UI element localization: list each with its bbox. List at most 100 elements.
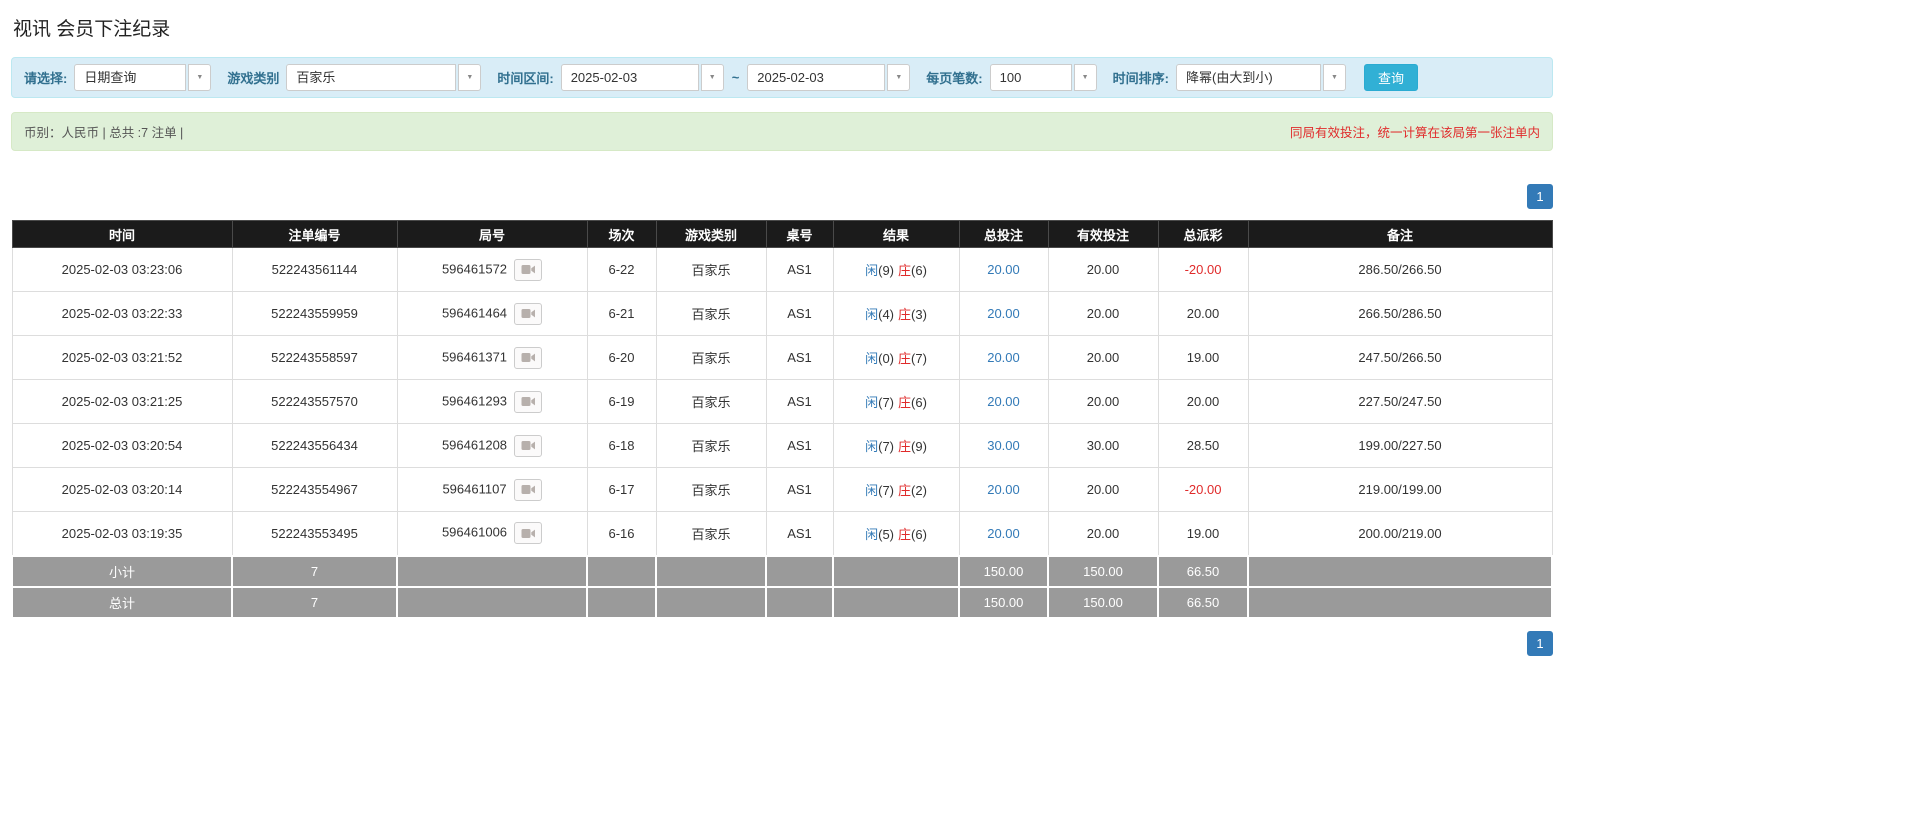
game-type-value[interactable]: 百家乐 bbox=[286, 64, 457, 91]
total-bet-link[interactable]: 20.00 bbox=[958, 511, 1049, 556]
round-cell: 596461293 bbox=[396, 379, 588, 424]
result-cell: 闲(4) 庄(3) bbox=[832, 291, 960, 336]
banker-result: 庄(2) bbox=[898, 483, 927, 498]
result-cell: 闲(7) 庄(9) bbox=[832, 423, 960, 468]
pagination-bottom: 1 bbox=[11, 630, 1553, 656]
total-bet-link[interactable]: 20.00 bbox=[958, 379, 1049, 424]
payout: 19.00 bbox=[1157, 335, 1249, 380]
table-row: 2025-02-03 03:21:25 522243557570 5964612… bbox=[11, 379, 1553, 424]
total-bet-link[interactable]: 20.00 bbox=[958, 291, 1049, 336]
banker-score: (6) bbox=[911, 263, 927, 278]
round-video-button[interactable] bbox=[514, 346, 543, 369]
table-number: AS1 bbox=[765, 467, 834, 512]
banker-score: (6) bbox=[911, 526, 927, 542]
bet-id: 522243554967 bbox=[231, 467, 398, 512]
column-header: 有效投注 bbox=[1047, 220, 1159, 248]
banker-result: 庄(6) bbox=[898, 395, 927, 410]
game-type: 百家乐 bbox=[655, 467, 767, 512]
total-bet-link[interactable]: 20.00 bbox=[958, 247, 1049, 292]
select-type-dropdown: 日期查询 ▼ bbox=[74, 64, 212, 91]
player-score: (7) bbox=[878, 483, 894, 498]
table-row: 2025-02-03 03:21:52 522243558597 5964613… bbox=[11, 335, 1553, 380]
round-video-button[interactable] bbox=[513, 478, 542, 501]
round-id: 596461464 bbox=[441, 304, 508, 320]
round-video-button[interactable] bbox=[514, 258, 543, 281]
session: 6-19 bbox=[586, 379, 657, 424]
date-separator: ~ bbox=[731, 70, 740, 85]
player-score: (9) bbox=[878, 263, 894, 278]
caret-down-icon: ▼ bbox=[466, 74, 474, 81]
player-score: (5) bbox=[878, 526, 894, 542]
banker-result: 庄(6) bbox=[898, 263, 927, 278]
caret-down-icon: ▼ bbox=[196, 74, 204, 81]
remark: 247.50/266.50 bbox=[1247, 335, 1553, 380]
bets-table: 时间 注单编号 局号 场次 游戏类别 桌号 结果 总投注 有效投注 总派彩 备注 2025-02-0… bbox=[11, 220, 1553, 619]
page-button[interactable]: 1 bbox=[1527, 184, 1553, 209]
table-number: AS1 bbox=[765, 291, 834, 336]
currency-total-text: 币别：人民币 | 总共 :7 注单 | bbox=[24, 126, 184, 140]
player-label: 闲 bbox=[865, 439, 879, 454]
player-score: (7) bbox=[878, 439, 894, 454]
round-video-button[interactable] bbox=[514, 302, 543, 325]
round-video-button[interactable] bbox=[514, 390, 543, 413]
date-from-dropdown-button[interactable]: ▼ bbox=[700, 64, 724, 91]
game-type-label: 游戏类别 bbox=[227, 71, 280, 86]
grand-total-count: 7 bbox=[231, 585, 398, 619]
payout: 28.50 bbox=[1157, 423, 1249, 468]
select-type-dropdown-button[interactable]: ▼ bbox=[188, 64, 212, 91]
page-title: 视讯 会员下注纪录 bbox=[13, 19, 171, 40]
page-size-dropdown-button[interactable]: ▼ bbox=[1073, 64, 1097, 91]
player-label: 闲 bbox=[865, 263, 879, 278]
pagination-top: 1 bbox=[11, 184, 1553, 209]
date-from-value[interactable]: 2025-02-03 bbox=[560, 64, 699, 91]
subtotal-total-bet: 150.00 bbox=[958, 554, 1049, 588]
game-type-dropdown-button[interactable]: ▼ bbox=[458, 64, 482, 91]
table-number: AS1 bbox=[765, 247, 834, 292]
total-bet-link[interactable]: 20.00 bbox=[958, 467, 1049, 512]
video-camera-icon bbox=[521, 265, 536, 274]
banker-label: 庄 bbox=[898, 483, 912, 498]
video-camera-icon bbox=[521, 353, 536, 362]
date-to-value[interactable]: 2025-02-03 bbox=[747, 64, 886, 91]
total-bet-link[interactable]: 30.00 bbox=[958, 423, 1049, 468]
bet-id: 522243556434 bbox=[231, 423, 398, 468]
round-video-button[interactable] bbox=[514, 522, 543, 545]
table-header-row: 时间 注单编号 局号 场次 游戏类别 桌号 结果 总投注 有效投注 总派彩 备注 bbox=[11, 220, 1553, 248]
round-cell: 596461208 bbox=[396, 423, 588, 468]
empty-cell bbox=[765, 585, 834, 619]
banker-result: 庄(7) bbox=[898, 351, 927, 366]
player-label: 闲 bbox=[865, 483, 879, 498]
game-type: 百家乐 bbox=[655, 247, 767, 292]
column-header: 场次 bbox=[586, 220, 657, 248]
valid-bet: 20.00 bbox=[1047, 511, 1159, 556]
time-sort-dropdown-button[interactable]: ▼ bbox=[1322, 64, 1346, 91]
game-type: 百家乐 bbox=[655, 291, 767, 336]
round-id: 596461006 bbox=[441, 524, 508, 540]
game-type-dropdown: 百家乐 ▼ bbox=[286, 64, 482, 91]
caret-down-icon: ▼ bbox=[895, 74, 903, 81]
player-label: 闲 bbox=[865, 307, 879, 322]
round-video-button[interactable] bbox=[514, 434, 543, 457]
date-to-dropdown-button[interactable]: ▼ bbox=[887, 64, 911, 91]
game-type: 百家乐 bbox=[655, 511, 767, 556]
select-type-value[interactable]: 日期查询 bbox=[74, 64, 187, 91]
page-button[interactable]: 1 bbox=[1527, 630, 1553, 656]
round-cell: 596461572 bbox=[396, 247, 588, 292]
payout: -20.00 bbox=[1157, 247, 1249, 292]
grand-total-label: 总计 bbox=[11, 585, 233, 619]
player-score: (4) bbox=[878, 307, 894, 322]
page-size-value[interactable]: 100 bbox=[989, 64, 1072, 91]
bet-time: 2025-02-03 03:19:35 bbox=[11, 511, 233, 556]
session: 6-16 bbox=[586, 511, 657, 556]
empty-cell bbox=[655, 585, 767, 619]
video-camera-icon bbox=[521, 441, 536, 450]
round-cell: 596461464 bbox=[396, 291, 588, 336]
search-button[interactable]: 查询 bbox=[1363, 64, 1418, 91]
player-result: 闲(9) bbox=[865, 263, 894, 278]
time-sort-value[interactable]: 降幂(由大到小) bbox=[1175, 64, 1321, 91]
player-score: (0) bbox=[878, 351, 894, 366]
column-header: 总投注 bbox=[958, 220, 1049, 248]
total-bet-link[interactable]: 20.00 bbox=[958, 335, 1049, 380]
result-cell: 闲(9) 庄(6) bbox=[832, 247, 960, 292]
round-cell: 596461371 bbox=[396, 335, 588, 380]
